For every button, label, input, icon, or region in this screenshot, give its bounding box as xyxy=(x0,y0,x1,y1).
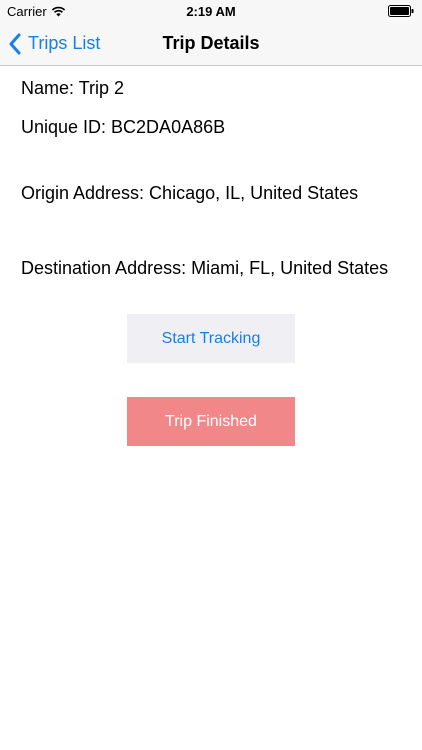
battery-icon xyxy=(388,5,414,17)
start-tracking-button[interactable]: Start Tracking xyxy=(127,314,295,363)
status-bar: Carrier 2:19 AM xyxy=(0,0,422,22)
back-button-label: Trips List xyxy=(28,33,101,53)
destination-address: Destination Address: Miami, FL, United S… xyxy=(21,258,389,278)
start-tracking-label: Start Tracking xyxy=(161,329,261,347)
navigation-bar: Trip Details Trips List xyxy=(0,22,422,66)
trip-details-screen: Carrier 2:19 AM Trip Details Trips List … xyxy=(0,0,422,750)
trip-name: Name: Trip 2 xyxy=(21,78,125,98)
origin-address: Origin Address: Chicago, IL, United Stat… xyxy=(21,183,359,203)
trip-unique-id: Unique ID: BC2DA0A86B xyxy=(21,117,226,137)
status-time: 2:19 AM xyxy=(186,4,236,19)
chevron-left-icon xyxy=(9,33,21,54)
trip-finished-button[interactable]: Trip Finished xyxy=(127,397,295,446)
back-button[interactable]: Trips List xyxy=(8,22,100,65)
trip-finished-label: Trip Finished xyxy=(165,412,257,430)
